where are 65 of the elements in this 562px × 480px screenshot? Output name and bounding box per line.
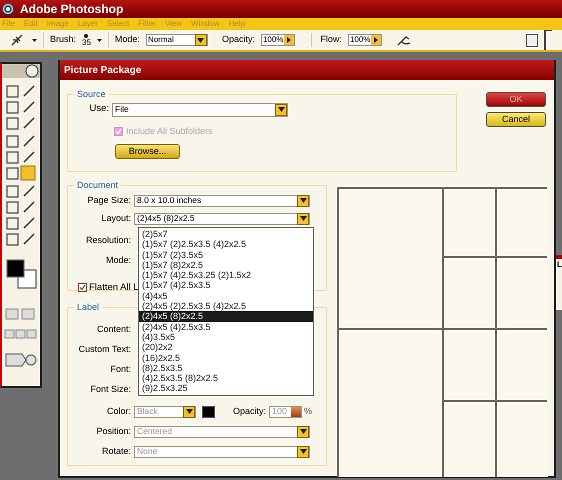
panel-tab-label[interactable]: L bbox=[556, 259, 562, 271]
percent-sign: % bbox=[304, 404, 312, 418]
dropdown-option[interactable]: (2)4x5 (4)2.5x3.5 bbox=[139, 322, 313, 332]
dropdown-option[interactable]: (2)4x5 (2)2.5x3.5 (4)2x2.5 bbox=[139, 301, 313, 312]
dropdown-option[interactable]: (1)5x7 (8)2x2.5 bbox=[139, 260, 313, 270]
dialog-title: Picture Package bbox=[64, 64, 142, 78]
dropdown-option[interactable]: (4)3.5x5 bbox=[139, 332, 313, 342]
slider-arrow-icon[interactable] bbox=[284, 35, 294, 45]
checkbox[interactable] bbox=[78, 283, 87, 292]
field-label: Layout: bbox=[100, 212, 132, 225]
dropdown-option[interactable]: (1)5x7 (4)2.5x3.5 bbox=[139, 280, 313, 291]
dropdown-option[interactable]: (20)2x2 bbox=[139, 342, 313, 353]
mode-dropdown[interactable]: Normal bbox=[146, 34, 208, 46]
dropdown-option[interactable]: (8)2.5x3.5 bbox=[139, 362, 313, 374]
field-label: Rotate: bbox=[100, 444, 132, 458]
photo-slot bbox=[444, 189, 495, 256]
field-label: Resolution: bbox=[84, 234, 132, 247]
window-title: Adobe Photoshop bbox=[20, 1, 124, 18]
layout-dropdown[interactable]: (2)4x5 (8)2x2.5 bbox=[134, 212, 310, 224]
field-label: Use: bbox=[88, 102, 110, 116]
photo-slot bbox=[497, 258, 548, 328]
dropdown-option[interactable]: (16)2x2.5 bbox=[139, 352, 313, 363]
dropdown-option[interactable]: (4)2.5x3.5 (8)2x2.5 bbox=[139, 373, 313, 384]
app-logo-icon bbox=[2, 3, 14, 15]
flow-field[interactable]: 100% bbox=[348, 34, 382, 46]
dropdown-option[interactable]: (1)5x7 (2)3.5x5 bbox=[139, 250, 313, 260]
brush-label: Brush: bbox=[50, 33, 76, 46]
group-title: Label bbox=[76, 301, 100, 314]
dropdown-option[interactable]: (4)4x5 bbox=[139, 290, 313, 302]
field-label: Color: bbox=[106, 404, 132, 418]
checkbox-label: Flatten All L bbox=[89, 280, 139, 294]
field-label: Page Size: bbox=[86, 194, 132, 207]
color-swatch[interactable] bbox=[202, 406, 215, 418]
use-dropdown[interactable]: File bbox=[112, 102, 288, 116]
page-size-dropdown[interactable]: 8.0 x 10.0 inches bbox=[134, 194, 310, 206]
opacity-label: Opacity: bbox=[222, 33, 255, 46]
dropdown-option[interactable]: (1)5x7 (2)2.5x3.5 (4)2x2.5 bbox=[139, 239, 313, 250]
dropdown-option[interactable]: (2)4x5 (8)2x2.5 bbox=[139, 311, 313, 322]
caret-icon[interactable] bbox=[96, 38, 102, 42]
field-label: Opacity: bbox=[233, 404, 268, 418]
field-label: Content: bbox=[96, 322, 132, 336]
cancel-button[interactable]: Cancel bbox=[486, 112, 546, 127]
palette-well-icon[interactable] bbox=[526, 34, 538, 46]
field-label: Mode: bbox=[104, 254, 132, 267]
group-title: Source bbox=[76, 88, 107, 101]
field-label: Font Size: bbox=[89, 382, 132, 396]
field-label: Custom Text: bbox=[78, 342, 132, 356]
field-label: Font: bbox=[109, 362, 132, 376]
photo-slot bbox=[444, 258, 495, 328]
flow-label: Flow: bbox=[311, 33, 342, 47]
dropdown-option[interactable]: (9)2.5x3.25 bbox=[139, 383, 313, 394]
photo-slot bbox=[444, 330, 495, 400]
mode-label: Mode: bbox=[114, 33, 140, 46]
dropdown-option[interactable]: (2)5x7 bbox=[139, 229, 313, 240]
checkbox-label: Include All Subfolders bbox=[126, 124, 213, 138]
browse-button[interactable]: Browse... bbox=[115, 144, 180, 159]
caret-icon[interactable] bbox=[32, 38, 37, 42]
group-title: Document bbox=[76, 179, 120, 192]
slider-arrow-icon[interactable] bbox=[371, 35, 382, 45]
field-label: Position: bbox=[95, 424, 132, 438]
dropdown-option[interactable]: (1)5x7 (4)2.5x3.25 (2)1.5x2 bbox=[139, 270, 313, 280]
photo-slot bbox=[497, 330, 548, 400]
photo-slot bbox=[497, 189, 548, 256]
brush-preset-picker[interactable]: 35 bbox=[82, 34, 91, 46]
opacity-field[interactable]: 100% bbox=[260, 34, 296, 46]
